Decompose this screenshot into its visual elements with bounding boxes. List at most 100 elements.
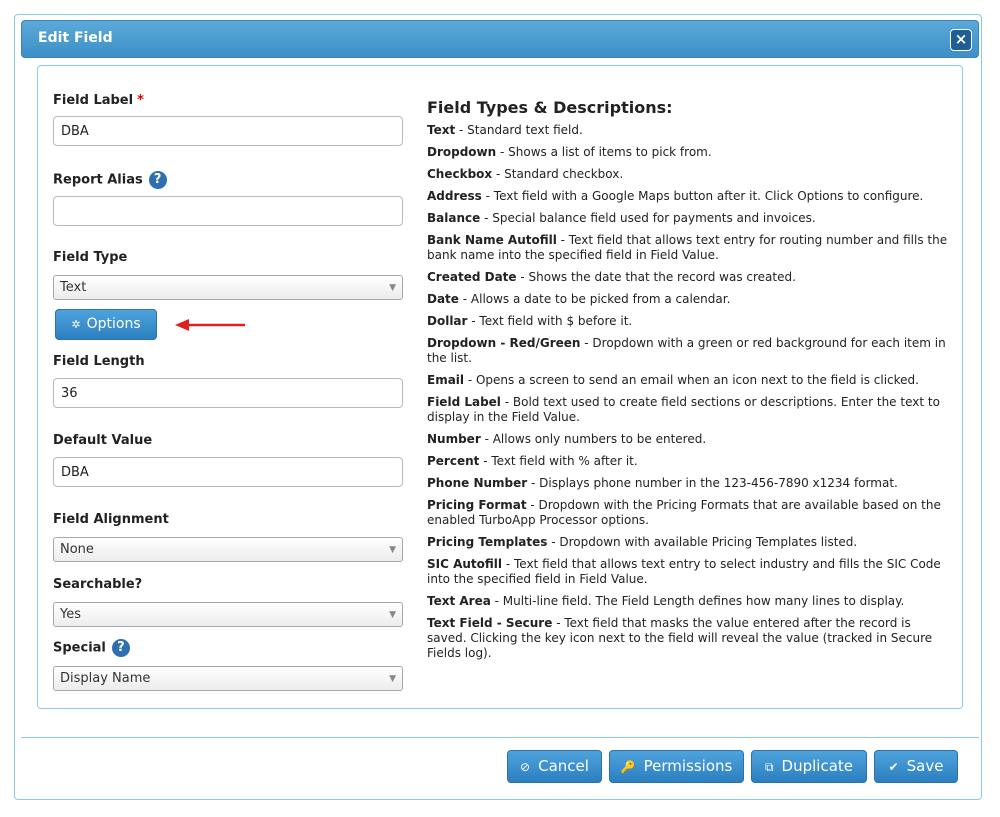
key-icon: 🔑 (620, 760, 636, 774)
dialog-titlebar: Edit Field × (21, 20, 979, 58)
field-type-name: Dollar (427, 314, 468, 328)
report-alias-label: Report Alias? (53, 171, 167, 189)
searchable-select[interactable]: Yes ▼ (53, 602, 403, 627)
options-button[interactable]: ✲ Options (55, 309, 157, 340)
duplicate-button[interactable]: ⧉ Duplicate (751, 750, 867, 783)
special-value: Display Name (60, 671, 151, 686)
field-label-label: Field Label * (53, 93, 144, 108)
field-type-desc: - Standard checkbox. (492, 167, 624, 181)
field-type-description: Date - Allows a date to be picked from a… (427, 292, 952, 307)
report-alias-text: Report Alias (53, 172, 143, 188)
field-type-name: SIC Autofill (427, 557, 503, 571)
field-type-desc: - Bold text used to create field section… (427, 395, 940, 424)
field-alignment-label: Field Alignment (53, 512, 169, 527)
field-length-input[interactable]: 36 (53, 378, 403, 408)
field-length-label: Field Length (53, 354, 145, 369)
help-icon[interactable]: ? (148, 171, 167, 189)
field-type-description: Percent - Text field with % after it. (427, 454, 952, 469)
field-type-description: Field Label - Bold text used to create f… (427, 395, 952, 425)
field-type-name: Dropdown (427, 145, 497, 159)
field-type-name: Text (427, 123, 456, 137)
field-type-name: Checkbox (427, 167, 493, 181)
field-type-description: Text Field - Secure - Text field that ma… (427, 616, 952, 661)
required-mark: * (137, 93, 144, 108)
checkmark-icon: ✔ (888, 760, 899, 774)
field-type-label: Field Type (53, 250, 128, 265)
chevron-down-icon: ▼ (389, 283, 396, 293)
field-alignment-value: None (60, 542, 94, 557)
cancel-icon: ⊘ (520, 760, 531, 774)
cancel-button[interactable]: ⊘ Cancel (507, 750, 602, 783)
field-type-desc: - Text field with a Google Maps button a… (481, 189, 924, 203)
gear-icon: ✲ (71, 318, 81, 331)
field-type-desc: - Allows a date to be picked from a cale… (458, 292, 731, 306)
field-label-input[interactable]: DBA (53, 116, 403, 146)
field-type-desc: - Allows only numbers to be entered. (480, 432, 707, 446)
duplicate-button-label: Duplicate (781, 757, 854, 775)
field-type-select[interactable]: Text ▼ (53, 275, 403, 300)
options-button-label: Options (86, 316, 141, 332)
field-type-desc: - Opens a screen to send an email when a… (464, 373, 919, 387)
red-arrow-annotation (175, 319, 245, 331)
field-type-description: Balance - Special balance field used for… (427, 211, 952, 226)
field-types-descriptions: Field Types & Descriptions: Text - Stand… (427, 100, 952, 668)
field-type-name: Bank Name Autofill (427, 233, 557, 247)
field-type-name: Percent (427, 454, 480, 468)
field-type-name: Email (427, 373, 465, 387)
field-type-name: Created Date (427, 270, 517, 284)
field-type-desc: - Multi-line field. The Field Length def… (490, 594, 905, 608)
field-type-desc: - Text field with % after it. (479, 454, 638, 468)
field-type-description: Dollar - Text field with $ before it. (427, 314, 952, 329)
field-type-description: Pricing Format - Dropdown with the Prici… (427, 498, 952, 528)
field-type-description: Text - Standard text field. (427, 123, 952, 138)
field-type-description: Dropdown - Shows a list of items to pick… (427, 145, 952, 160)
field-type-description: Address - Text field with a Google Maps … (427, 189, 952, 204)
descriptions-list: Text - Standard text field. Dropdown - Sh… (427, 123, 952, 661)
edit-field-dialog: Edit Field × Field Label * DBA Report Ali… (14, 14, 982, 800)
field-type-name: Dropdown - Red/Green (427, 336, 581, 350)
dialog-title: Edit Field (38, 30, 113, 46)
field-type-name: Phone Number (427, 476, 528, 490)
field-type-name: Date (427, 292, 459, 306)
field-label-text: Field Label (53, 93, 134, 108)
field-type-desc: - Special balance field used for payment… (480, 211, 816, 225)
report-alias-input[interactable] (53, 196, 403, 226)
field-type-desc: - Standard text field. (455, 123, 583, 137)
field-type-desc: - Shows a list of items to pick from. (496, 145, 712, 159)
descriptions-heading: Field Types & Descriptions: (427, 98, 673, 117)
permissions-button-label: Permissions (643, 757, 733, 775)
help-icon[interactable]: ? (111, 639, 130, 657)
save-button[interactable]: ✔ Save (874, 750, 958, 783)
field-type-name: Address (427, 189, 482, 203)
field-type-description: Email - Opens a screen to send an email … (427, 373, 952, 388)
field-type-name: Number (427, 432, 481, 446)
field-type-description: Bank Name Autofill - Text field that all… (427, 233, 952, 263)
searchable-value: Yes (60, 607, 81, 622)
field-type-name: Field Label (427, 395, 501, 409)
field-type-desc: - Dropdown with available Pricing Templa… (547, 535, 858, 549)
field-type-description: Text Area - Multi-line field. The Field … (427, 594, 952, 609)
searchable-label: Searchable? (53, 577, 143, 592)
permissions-button[interactable]: 🔑 Permissions (609, 750, 744, 783)
special-text: Special (53, 640, 106, 656)
special-select[interactable]: Display Name ▼ (53, 666, 403, 691)
field-type-desc: - Displays phone number in the 123-456-7… (527, 476, 898, 490)
chevron-down-icon: ▼ (389, 545, 396, 555)
field-alignment-select[interactable]: None ▼ (53, 537, 403, 562)
field-type-name: Text Area (427, 594, 491, 608)
field-type-desc: - Shows the date that the record was cre… (516, 270, 796, 284)
field-type-name: Balance (427, 211, 481, 225)
duplicate-icon: ⧉ (764, 760, 774, 774)
field-type-description: Number - Allows only numbers to be enter… (427, 432, 952, 447)
field-type-name: Pricing Templates (427, 535, 548, 549)
cancel-button-label: Cancel (538, 757, 589, 775)
field-type-desc: - Text field with $ before it. (467, 314, 633, 328)
field-type-name: Pricing Format (427, 498, 527, 512)
field-type-description: Created Date - Shows the date that the r… (427, 270, 952, 285)
chevron-down-icon: ▼ (389, 674, 396, 684)
field-type-description: SIC Autofill - Text field that allows te… (427, 557, 952, 587)
field-type-value: Text (60, 280, 87, 295)
close-icon[interactable]: × (950, 29, 972, 51)
special-label: Special? (53, 639, 130, 657)
default-value-input[interactable]: DBA (53, 457, 403, 487)
